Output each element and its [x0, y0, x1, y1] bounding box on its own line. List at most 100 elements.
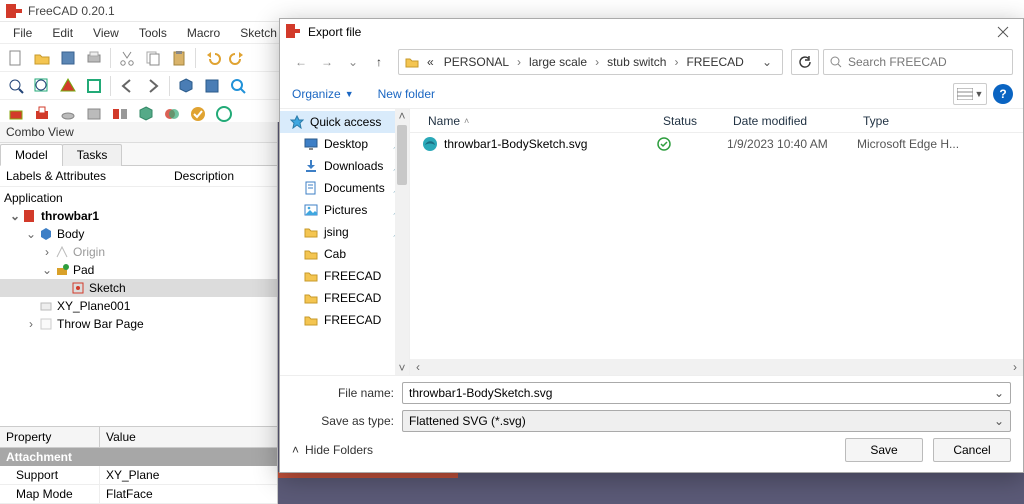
nav-up-icon[interactable]: ↑ [368, 51, 390, 73]
prop-col-value: Value [100, 427, 142, 447]
new-folder-button[interactable]: New folder [376, 83, 437, 105]
help-icon[interactable]: ? [993, 84, 1013, 104]
tree-app[interactable]: Application [0, 189, 277, 207]
sidebar-item[interactable]: Pictures📌 [280, 199, 409, 221]
search-input[interactable]: Search FREECAD [823, 49, 1013, 75]
zoom-all-icon[interactable] [30, 74, 54, 98]
scrollbar-horizontal[interactable]: ‹ › [410, 359, 1023, 375]
front-icon[interactable] [200, 74, 224, 98]
draw-style-icon[interactable] [56, 74, 80, 98]
copy-icon[interactable] [141, 46, 165, 70]
file-row[interactable]: throwbar1-BodySketch.svg1/9/2023 10:40 A… [410, 133, 1023, 155]
sidebar-item[interactable]: Quick access [280, 111, 409, 133]
chevron-down-icon: ▼ [345, 89, 354, 99]
new-icon[interactable] [4, 46, 28, 70]
tree-xyplane[interactable]: XY_Plane001 [0, 297, 277, 315]
sidebar-item-label: FREECAD [324, 313, 381, 327]
breadcrumb-item[interactable]: FREECAD [682, 55, 747, 69]
menu-tools[interactable]: Tools [130, 23, 176, 43]
sidebar-item[interactable]: Cab [280, 243, 409, 265]
col-type[interactable]: Type [857, 114, 1023, 128]
expand-icon[interactable]: › [24, 317, 38, 331]
close-icon[interactable] [989, 22, 1017, 42]
zoom-fit-icon[interactable] [4, 74, 28, 98]
col-status[interactable]: Status [657, 114, 727, 128]
paste-icon[interactable] [167, 46, 191, 70]
tree-sketch[interactable]: Sketch [0, 279, 277, 297]
scrollbar-vertical[interactable]: ˄˅ [395, 109, 409, 375]
scroll-down-icon[interactable]: ˅ [395, 361, 409, 375]
collapse-icon[interactable]: ⌄ [8, 209, 22, 223]
tab-model[interactable]: Model [0, 144, 63, 166]
bbox-icon[interactable] [82, 74, 106, 98]
download-icon [304, 159, 318, 173]
cancel-button[interactable]: Cancel [933, 438, 1011, 462]
sidebar-item-label: Desktop [324, 137, 368, 151]
menu-edit[interactable]: Edit [43, 23, 82, 43]
breadcrumb-item[interactable]: stub switch [603, 55, 670, 69]
sidebar-item[interactable]: FREECAD [280, 287, 409, 309]
scroll-right-icon[interactable]: › [1007, 359, 1023, 375]
view-mode-button[interactable]: ▼ [953, 83, 987, 105]
filename-input[interactable]: throwbar1-BodySketch.svg ⌄ [402, 382, 1011, 404]
hide-folders-button[interactable]: ˄ Hide Folders [292, 443, 373, 457]
organize-button[interactable]: Organize▼ [290, 83, 356, 105]
nav-recent-icon[interactable]: ⌄ [342, 51, 364, 73]
breadcrumb-item[interactable]: large scale [525, 55, 591, 69]
collapse-icon[interactable]: ⌄ [24, 227, 38, 241]
collapse-icon[interactable]: ⌄ [40, 263, 54, 277]
save-icon[interactable] [56, 46, 80, 70]
sidebar-item-label: Pictures [324, 203, 367, 217]
nav-left-icon[interactable] [115, 74, 139, 98]
tree-columns: Labels & Attributes Description [0, 166, 277, 187]
scroll-thumb[interactable] [397, 125, 407, 185]
undo-icon[interactable] [200, 46, 224, 70]
col-date[interactable]: Date modified [727, 114, 857, 128]
menu-file[interactable]: File [4, 23, 41, 43]
menu-sketch[interactable]: Sketch [231, 23, 286, 43]
prop-row-mapmode[interactable]: Map Mode FlatFace [0, 485, 277, 504]
tree-doc[interactable]: ⌄ throwbar1 [0, 207, 277, 225]
scroll-left-icon[interactable]: ‹ [410, 359, 426, 375]
prop-row-support[interactable]: Support XY_Plane [0, 466, 277, 485]
col-name[interactable]: Name˄ [422, 114, 657, 128]
tree-body[interactable]: ⌄ Body [0, 225, 277, 243]
breadcrumb-prefix: « [423, 55, 438, 69]
open-icon[interactable] [30, 46, 54, 70]
zoom-icon[interactable] [226, 74, 250, 98]
file-columns[interactable]: Name˄ Status Date modified Type [410, 109, 1023, 133]
scroll-up-icon[interactable]: ˄ [395, 109, 409, 123]
model-tree[interactable]: Application ⌄ throwbar1 ⌄ Body › Origin … [0, 187, 277, 426]
menu-view[interactable]: View [84, 23, 128, 43]
folder-icon [304, 313, 318, 327]
sidebar-item[interactable]: Desktop📌 [280, 133, 409, 155]
refresh-icon[interactable] [791, 49, 819, 75]
menu-macro[interactable]: Macro [178, 23, 229, 43]
breadcrumb[interactable]: « PERSONAL› large scale› stub switch› FR… [398, 49, 783, 75]
save-button[interactable]: Save [845, 438, 923, 462]
iso-icon[interactable] [174, 74, 198, 98]
sidebar-item[interactable]: jsing📌 [280, 221, 409, 243]
sidebar[interactable]: Quick accessDesktop📌Downloads📌Documents📌… [280, 109, 410, 375]
tree-origin[interactable]: › Origin [0, 243, 277, 261]
expand-icon[interactable]: › [40, 245, 54, 259]
tree-pad[interactable]: ⌄ Pad [0, 261, 277, 279]
nav-back-icon[interactable]: ← [290, 51, 312, 73]
sidebar-item[interactable]: FREECAD [280, 309, 409, 331]
breadcrumb-item[interactable]: PERSONAL [440, 55, 513, 69]
chevron-down-icon[interactable]: ⌄ [994, 386, 1004, 400]
saveastype-select[interactable]: Flattened SVG (*.svg) ⌄ [402, 410, 1011, 432]
combo-view-title: Combo View [0, 122, 277, 143]
redo-icon[interactable] [226, 46, 250, 70]
folder-icon [304, 225, 318, 239]
cut-icon[interactable] [115, 46, 139, 70]
tree-col-desc: Description [168, 166, 240, 186]
tab-tasks[interactable]: Tasks [62, 144, 123, 166]
sidebar-item[interactable]: Downloads📌 [280, 155, 409, 177]
print-icon[interactable] [82, 46, 106, 70]
tree-page[interactable]: › Throw Bar Page [0, 315, 277, 333]
sidebar-item[interactable]: Documents📌 [280, 177, 409, 199]
sidebar-item[interactable]: FREECAD [280, 265, 409, 287]
chevron-down-icon[interactable]: ⌄ [756, 55, 778, 69]
nav-right-icon[interactable] [141, 74, 165, 98]
